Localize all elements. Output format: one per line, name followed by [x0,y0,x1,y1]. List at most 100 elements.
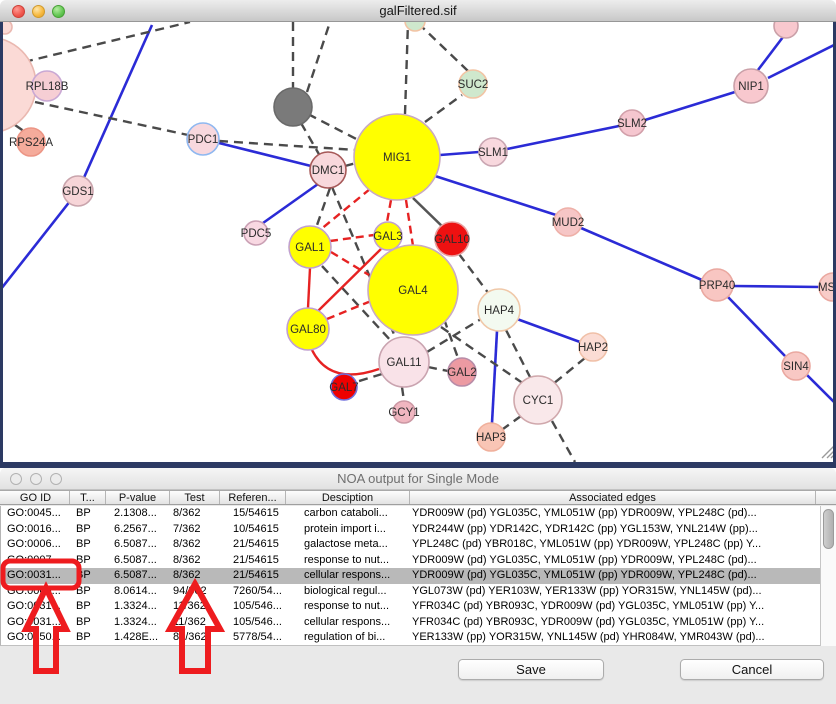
node-gray-node[interactable] [274,88,312,126]
column-header-reference[interactable]: Referen... [220,491,286,504]
graph-edge-red[interactable] [312,350,379,374]
graph-edge-blue[interactable] [645,92,735,120]
node-cyc1[interactable]: CYC1 [514,376,562,424]
graph-edge-red-dashed[interactable] [387,200,391,222]
node-gal3[interactable]: GAL3 [373,222,402,250]
table-row-selected[interactable]: GO:0031...BP6.5087...8/36221/54615cellul… [1,568,820,584]
cell-test: 8/362 [171,553,221,569]
graph-edge-dashed[interactable] [35,102,188,135]
node-gcy1[interactable]: GCY1 [388,401,419,423]
node-slm2[interactable]: SLM2 [617,110,647,136]
graph-edge-blue[interactable] [1,191,78,289]
graph-edge-dashed[interactable] [459,254,489,294]
node-mud2[interactable]: MUD2 [552,208,585,236]
table-row[interactable]: GO:0050...BP1.428E...80/3625778/54...reg… [1,630,820,646]
graph-edge-blue[interactable] [728,297,785,356]
graph-edge-red-dashed[interactable] [327,301,371,319]
node-gal11[interactable]: GAL11 [379,337,429,387]
table-row[interactable]: GO:0031...BP1.3324...11/362105/546...cel… [1,615,820,631]
node-dmc1[interactable]: DMC1 [310,152,346,188]
save-button[interactable]: Save [458,659,604,680]
node-tr-pink[interactable] [774,22,798,38]
graph-window-titlebar[interactable]: galFiltered.sif [0,0,836,22]
graph-edge-dashed[interactable] [307,22,330,92]
table-row[interactable]: GO:0006...BP6.5087...8/36221/54615galact… [1,537,820,553]
noa-window-titlebar[interactable]: NOA output for Single Mode [0,468,836,490]
cell-test: 8/362 [171,568,221,584]
graph-edge-dashed[interactable] [553,358,585,384]
column-header-go-id[interactable]: GO ID [2,491,70,504]
graph-edge-dashed[interactable] [308,114,362,142]
column-header-test[interactable]: Test [170,491,220,504]
node-prp40[interactable]: PRP40 [699,269,735,301]
graph-edge-dashed[interactable] [425,95,462,122]
graph-edge-red[interactable] [308,268,310,308]
cell-reference: 5778/54... [221,630,287,646]
graph-edge-dashed[interactable] [506,330,530,377]
table-row[interactable]: GO:0016...BP6.2567...7/36210/54615protei… [1,522,820,538]
table-scrollbar[interactable] [820,506,836,646]
desktop: galFiltered.sif RPL18BRPS24AGDS1PDC1DMC1… [0,0,836,704]
graph-edge-red-dashed[interactable] [406,200,413,246]
table-row[interactable]: GO:0045...BP2.1308...8/36215/54615carbon… [1,506,820,522]
node-gds1[interactable]: GDS1 [62,176,93,206]
table-row[interactable]: GO:0031...BP1.3324...11/362105/546...res… [1,599,820,615]
column-header-p-value[interactable]: P-value [106,491,170,504]
cell-go-id: GO:0045... [3,506,71,522]
node-gal7[interactable]: GAL7 [329,374,358,400]
graph-edge-blue[interactable] [507,126,619,149]
node-gal2[interactable]: GAL2 [447,358,476,386]
graph-edge-blue[interactable] [758,37,783,70]
node-mig1[interactable]: MIG1 [354,114,440,200]
graph-edge-dashed[interactable] [24,22,190,62]
graph-edge-dashed[interactable] [428,367,448,371]
node-gal10[interactable]: GAL10 [434,222,470,256]
node-gal1[interactable]: GAL1 [289,226,331,268]
scrollbar-thumb[interactable] [823,509,834,549]
node-gal80[interactable]: GAL80 [287,308,329,350]
node-top-green[interactable] [405,22,425,31]
graph-edge-dashed[interactable] [301,123,320,156]
node-hap3[interactable]: HAP3 [476,423,506,451]
node-rps24a[interactable]: RPS24A [9,128,53,156]
node-pdc1[interactable]: PDC1 [187,123,219,155]
cell-description: cellular respons... [287,568,411,584]
column-header-description[interactable]: Desciption [286,491,410,504]
cancel-button[interactable]: Cancel [680,659,824,680]
table-row[interactable]: GO:0065...BP8.0614...94/3627260/54...bio… [1,584,820,600]
graph-edge-blue[interactable] [517,319,580,342]
graph-edge-blue[interactable] [807,375,836,404]
graph-edge-blue[interactable] [440,152,479,155]
graph-edge-blue[interactable] [581,228,702,280]
network-canvas[interactable]: RPL18BRPS24AGDS1PDC1DMC1MIG1SUC2SLM1SLM2… [0,22,836,468]
node-hap4[interactable]: HAP4 [478,289,520,331]
graph-edge-blue[interactable] [768,44,836,78]
cell-p-value: 2.1308... [107,506,171,522]
node-pdc5[interactable]: PDC5 [241,221,272,245]
graph-edge-dashed[interactable] [503,416,521,429]
node-slm1[interactable]: SLM1 [478,138,508,166]
column-header-associated-edges[interactable]: Associated edges [410,491,816,504]
table-row[interactable]: GO:0007...BP6.5087...8/36221/54615respon… [1,553,820,569]
node-gal4[interactable]: GAL4 [368,245,458,335]
graph-edge-blue[interactable] [492,331,497,423]
node-sin4[interactable]: SIN4 [782,352,810,380]
cell-p-value: 6.5087... [107,537,171,553]
graph-edge-dashed[interactable] [405,22,408,114]
graph-edge-blue[interactable] [432,175,556,215]
cell-test: 11/362 [171,599,221,615]
node-suc2[interactable]: SUC2 [458,70,489,98]
node-nip1[interactable]: NIP1 [734,69,768,103]
cell-type: BP [71,584,107,600]
column-header-type[interactable]: T... [70,491,106,504]
cell-associated-edges: YER133W (pp) YOR315W, YNL145W (pd) YHR08… [411,630,817,646]
graph-edge-dashed[interactable] [402,387,404,401]
graph-edge-blue[interactable] [733,286,820,287]
graph-edge-blue[interactable] [78,25,152,191]
graph-edge-dashed[interactable] [552,421,575,462]
graph-edge-dashed[interactable] [356,374,382,382]
node-hap2[interactable]: HAP2 [578,333,608,361]
graph-edge-dashed[interactable] [420,25,468,71]
graph-edge-blue[interactable] [263,184,318,223]
cell-reference: 105/546... [221,615,287,631]
